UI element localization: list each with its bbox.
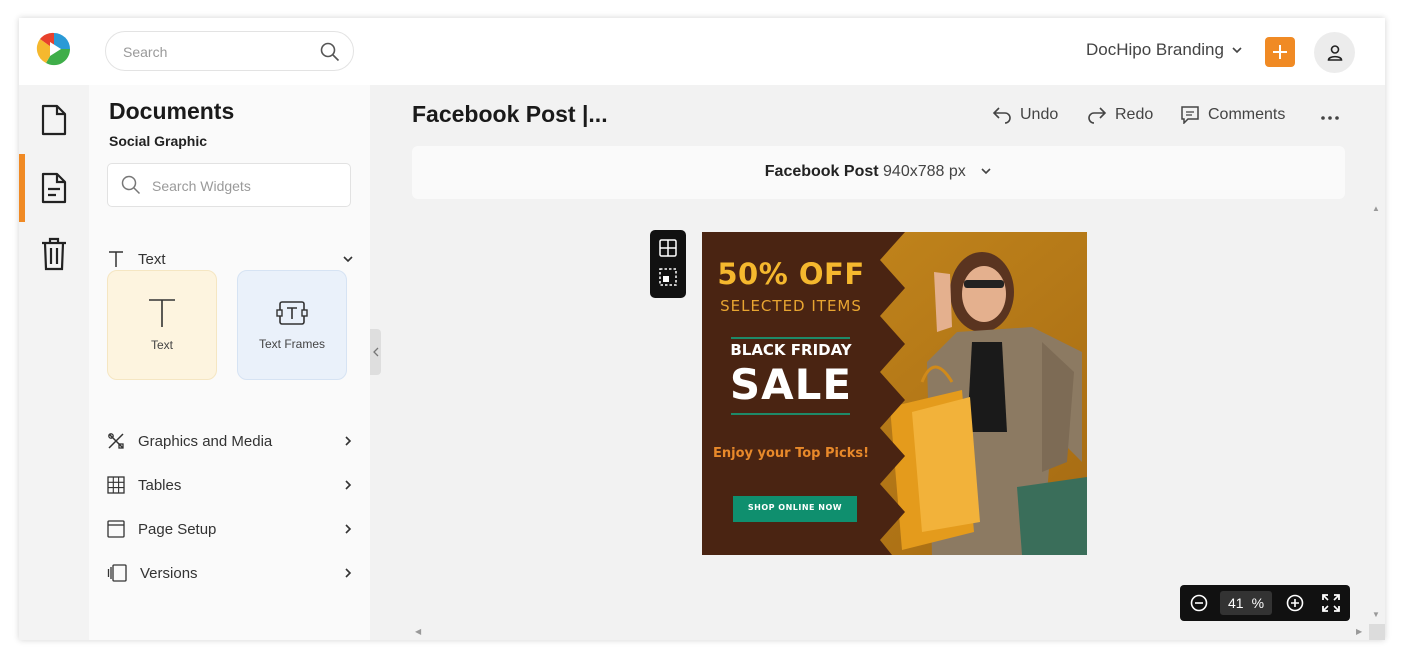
grid-layout-icon[interactable] <box>659 239 677 257</box>
zoom-unit: % <box>1251 595 1265 611</box>
chevron-down-icon <box>343 256 353 263</box>
zoom-control: 41 % <box>1180 585 1350 621</box>
section-label: Page Setup <box>138 520 217 538</box>
rail-templates-button[interactable] <box>19 92 89 148</box>
table-icon <box>107 476 125 494</box>
collapse-panel-handle[interactable] <box>370 329 381 375</box>
page-size-dims: 940x788 px <box>883 163 966 180</box>
search-icon[interactable] <box>320 42 340 62</box>
design-canvas[interactable]: 50% OFF SELECTED ITEMS BLACK FRIDAY SALE… <box>702 232 1087 555</box>
undo-button[interactable]: Undo <box>992 106 1058 124</box>
zoom-out-icon[interactable] <box>1190 594 1208 612</box>
widget-search-placeholder: Search Widgets <box>152 178 251 194</box>
chevron-right-icon <box>345 524 352 534</box>
section-versions[interactable]: Versions <box>107 561 354 585</box>
section-page-setup[interactable]: Page Setup <box>107 517 354 541</box>
fullscreen-icon[interactable] <box>1322 594 1340 612</box>
scroll-left-arrow[interactable]: ◀ <box>415 627 421 636</box>
scrollbar-corner <box>1369 624 1385 640</box>
user-icon <box>1327 44 1342 61</box>
panel-title: Documents <box>109 98 235 124</box>
app-window: Search DocHipo Branding Documents Social… <box>19 18 1385 640</box>
sale-headline: SALE <box>729 360 853 409</box>
section-label: Graphics and Media <box>138 432 273 450</box>
tile-label: Text <box>150 338 173 352</box>
tagline-text: Enjoy your Top Picks! <box>712 446 870 461</box>
scroll-right-arrow[interactable]: ▶ <box>1356 627 1362 636</box>
more-horizontal-icon <box>1321 116 1339 120</box>
tile-label: Text Frames <box>258 337 325 351</box>
search-placeholder: Search <box>123 44 168 60</box>
create-new-button[interactable] <box>1265 37 1295 67</box>
graphics-tools-icon <box>108 433 124 449</box>
rail-documents-button[interactable] <box>19 154 89 222</box>
page-size-text: Facebook Post 940x788 px <box>412 163 1345 181</box>
undo-icon <box>992 107 1011 124</box>
comments-button[interactable]: Comments <box>1180 106 1285 124</box>
comment-icon <box>1181 106 1199 124</box>
widgets-panel: Documents Social Graphic Search Widgets … <box>89 85 370 640</box>
text-frame-icon <box>276 301 308 325</box>
text-widget-tile[interactable]: Text <box>107 270 217 380</box>
page-size-selector[interactable]: Facebook Post 940x788 px <box>412 146 1345 199</box>
file-icon <box>41 104 67 136</box>
global-search-input[interactable]: Search <box>105 31 354 71</box>
chevron-right-icon <box>345 480 352 490</box>
chevron-right-icon <box>345 436 352 446</box>
page-setup-icon <box>107 520 125 538</box>
dochipo-logo[interactable] <box>36 31 72 67</box>
chevron-down-icon <box>981 168 991 175</box>
user-avatar-button[interactable] <box>1314 32 1355 73</box>
redo-label: Redo <box>1115 106 1154 123</box>
offer-headline: 50% OFF <box>717 257 865 291</box>
trash-icon <box>42 237 66 271</box>
zoom-level[interactable]: 41 % <box>1220 591 1272 615</box>
document-lines-icon <box>41 172 67 204</box>
widget-search-input[interactable]: Search Widgets <box>107 163 351 207</box>
undo-label: Undo <box>1020 106 1059 123</box>
zoom-value: 41 <box>1227 595 1244 611</box>
scroll-down-arrow[interactable]: ▼ <box>1372 610 1380 619</box>
text-tool-icon <box>109 251 123 267</box>
brand-kit-dropdown[interactable]: DocHipo Branding <box>1086 40 1243 60</box>
section-label: Versions <box>140 564 198 582</box>
event-label: BLACK FRIDAY <box>730 341 852 359</box>
document-title[interactable]: Facebook Post |... <box>412 101 608 128</box>
section-tables[interactable]: Tables <box>107 473 354 497</box>
brand-label: DocHipo Branding <box>1086 40 1224 59</box>
select-area-icon[interactable] <box>659 268 677 286</box>
section-text-toggle[interactable]: Text <box>107 247 354 271</box>
floating-page-toolbar <box>650 230 686 298</box>
text-frames-widget-tile[interactable]: Text Frames <box>237 270 347 380</box>
redo-icon <box>1088 107 1107 124</box>
rail-trash-button[interactable] <box>19 226 89 282</box>
left-rail <box>19 85 89 640</box>
chevron-down-icon <box>1232 47 1242 54</box>
comments-label: Comments <box>1208 106 1286 123</box>
cta-label: SHOP ONLINE NOW <box>747 503 843 512</box>
zoom-in-icon[interactable] <box>1286 594 1304 612</box>
search-icon <box>121 175 141 195</box>
offer-subtitle: SELECTED ITEMS <box>720 297 862 315</box>
chevron-right-icon <box>345 568 352 578</box>
redo-button[interactable]: Redo <box>1087 106 1153 124</box>
section-text-label: Text <box>138 250 166 268</box>
chevron-left-icon <box>372 347 378 357</box>
more-options-button[interactable] <box>1320 104 1340 127</box>
section-graphics-media[interactable]: Graphics and Media <box>107 429 354 453</box>
panel-subtitle: Social Graphic <box>109 133 208 149</box>
section-label: Tables <box>138 476 182 494</box>
top-bar: Search DocHipo Branding <box>19 18 1385 85</box>
page-size-name: Facebook Post <box>764 163 879 180</box>
plus-icon <box>1273 45 1287 59</box>
scroll-up-arrow[interactable]: ▲ <box>1372 204 1380 213</box>
text-tool-icon <box>149 299 175 327</box>
versions-icon <box>107 564 127 582</box>
